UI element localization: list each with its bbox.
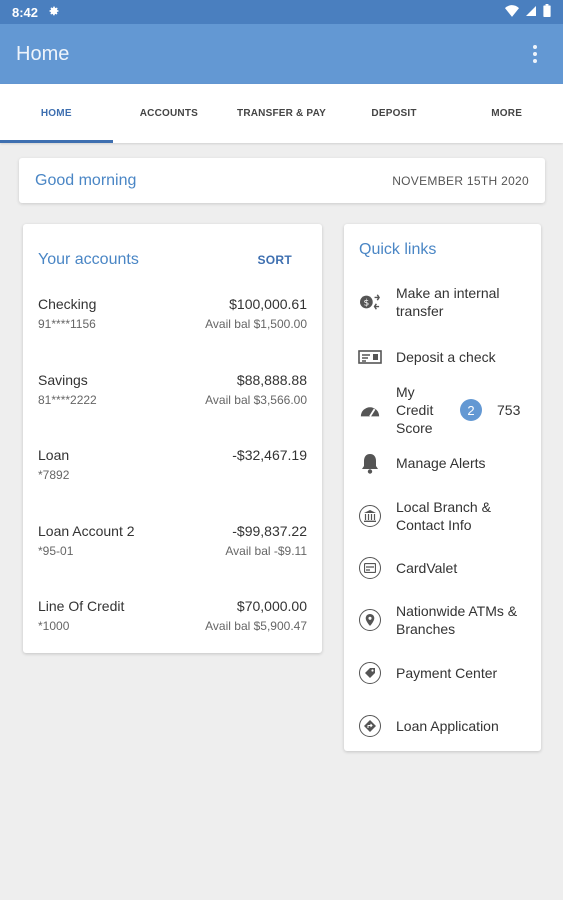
greeting-text: Good morning	[35, 171, 137, 189]
quick-link-label: Payment Center	[396, 665, 498, 681]
quick-link-label: Nationwide ATMs & Branches	[396, 603, 518, 637]
account-number: 91****1156	[38, 317, 96, 331]
available-balance: Avail bal $5,900.47	[205, 619, 307, 633]
settings-gear-icon	[48, 5, 60, 20]
accounts-title: Your accounts	[38, 251, 139, 268]
account-name: Loan	[38, 447, 70, 463]
svg-text:$: $	[363, 299, 369, 309]
greeting-card: Good morning NOVEMBER 15TH 2020	[19, 158, 545, 203]
status-bar: 8:42	[0, 0, 563, 24]
account-item[interactable]: Checking $100,000.61 91****1156 Avail bal …	[38, 296, 307, 346]
location-pin-icon	[358, 608, 382, 632]
wifi-icon	[505, 4, 519, 20]
tab-deposit[interactable]: DEPOSIT	[338, 84, 451, 143]
account-number: *95-01	[38, 544, 74, 558]
check-deposit-icon	[358, 345, 382, 369]
cell-signal-icon	[525, 5, 537, 20]
account-number: *7892	[38, 468, 70, 482]
current-date: NOVEMBER 15TH 2020	[392, 173, 529, 188]
tab-more[interactable]: MORE	[450, 84, 563, 143]
battery-icon	[543, 4, 551, 20]
quick-link-credit-score[interactable]: My Credit Score 2 753	[358, 383, 531, 437]
tab-transfer-pay[interactable]: TRANSFER & PAY	[225, 84, 338, 143]
quick-links-card: Quick links $ Make an internal transfer …	[344, 224, 541, 751]
account-item[interactable]: Loan Account 2 -$99,837.22 *95-01 Avail ba…	[38, 523, 307, 573]
quick-link-label: CardValet	[396, 560, 458, 576]
available-balance: Avail bal $1,500.00	[205, 317, 307, 331]
quick-link-label: Make an internal transfer	[396, 285, 500, 319]
account-name: Checking	[38, 296, 97, 312]
accounts-card: Your accounts SORT Checking $100,000.61 9…	[23, 224, 322, 653]
quick-link-label: Local Branch & Contact Info	[396, 499, 491, 533]
available-balance: Avail bal $3,566.00	[205, 393, 307, 407]
account-name: Loan Account 2	[38, 523, 135, 539]
account-balance: $100,000.61	[229, 296, 307, 312]
account-balance: $70,000.00	[236, 598, 307, 614]
tab-home[interactable]: HOME	[0, 84, 113, 143]
overflow-menu-icon[interactable]	[523, 42, 547, 66]
quick-link-atms-branches[interactable]: Nationwide ATMs & Branches	[358, 602, 531, 638]
status-time: 8:42	[12, 4, 39, 20]
tag-icon	[358, 661, 382, 685]
credit-score-value: 753	[497, 402, 521, 418]
bank-icon	[358, 504, 382, 528]
quick-link-label: Manage Alerts	[396, 455, 486, 471]
account-item[interactable]: Line Of Credit $70,000.00 *1000 Avail bal …	[38, 598, 307, 648]
quick-link-deposit-check[interactable]: Deposit a check	[358, 345, 531, 369]
quick-links-title: Quick links	[359, 241, 437, 258]
tab-accounts[interactable]: ACCOUNTS	[113, 84, 226, 143]
quick-link-label: Loan Application	[396, 718, 499, 734]
transfer-icon: $	[358, 290, 382, 314]
directions-icon	[358, 714, 382, 738]
account-number: 81****2222	[38, 393, 97, 407]
quick-link-internal-transfer[interactable]: $ Make an internal transfer	[358, 284, 531, 320]
quick-link-label: My Credit Score	[396, 384, 434, 436]
tab-bar: HOME ACCOUNTS TRANSFER & PAY DEPOSIT MOR…	[0, 84, 563, 143]
quick-link-local-branch[interactable]: Local Branch & Contact Info	[358, 498, 531, 534]
account-name: Line Of Credit	[38, 598, 125, 614]
quick-link-label: Deposit a check	[396, 349, 496, 365]
account-number: *1000	[38, 619, 70, 633]
account-balance: -$99,837.22	[232, 523, 307, 539]
app-bar: Home	[0, 24, 563, 84]
card-icon	[358, 556, 382, 580]
account-balance: $88,888.88	[236, 372, 307, 388]
quick-link-loan-application[interactable]: Loan Application	[358, 714, 531, 738]
quick-link-cardvalet[interactable]: CardValet	[358, 556, 531, 580]
notification-badge: 2	[460, 399, 482, 421]
available-balance: Avail bal -$9.11	[225, 544, 307, 558]
account-item[interactable]: Savings $88,888.88 81****2222 Avail bal $3…	[38, 372, 307, 422]
account-item[interactable]: Loan -$32,467.19 *7892	[38, 447, 307, 497]
account-name: Savings	[38, 372, 88, 388]
account-balance: -$32,467.19	[232, 447, 307, 463]
sort-button[interactable]: SORT	[257, 253, 292, 267]
bell-icon	[358, 451, 382, 475]
quick-link-manage-alerts[interactable]: Manage Alerts	[358, 451, 531, 475]
quick-link-payment-center[interactable]: Payment Center	[358, 661, 531, 685]
page-title: Home	[16, 42, 70, 65]
gauge-icon	[358, 398, 382, 422]
